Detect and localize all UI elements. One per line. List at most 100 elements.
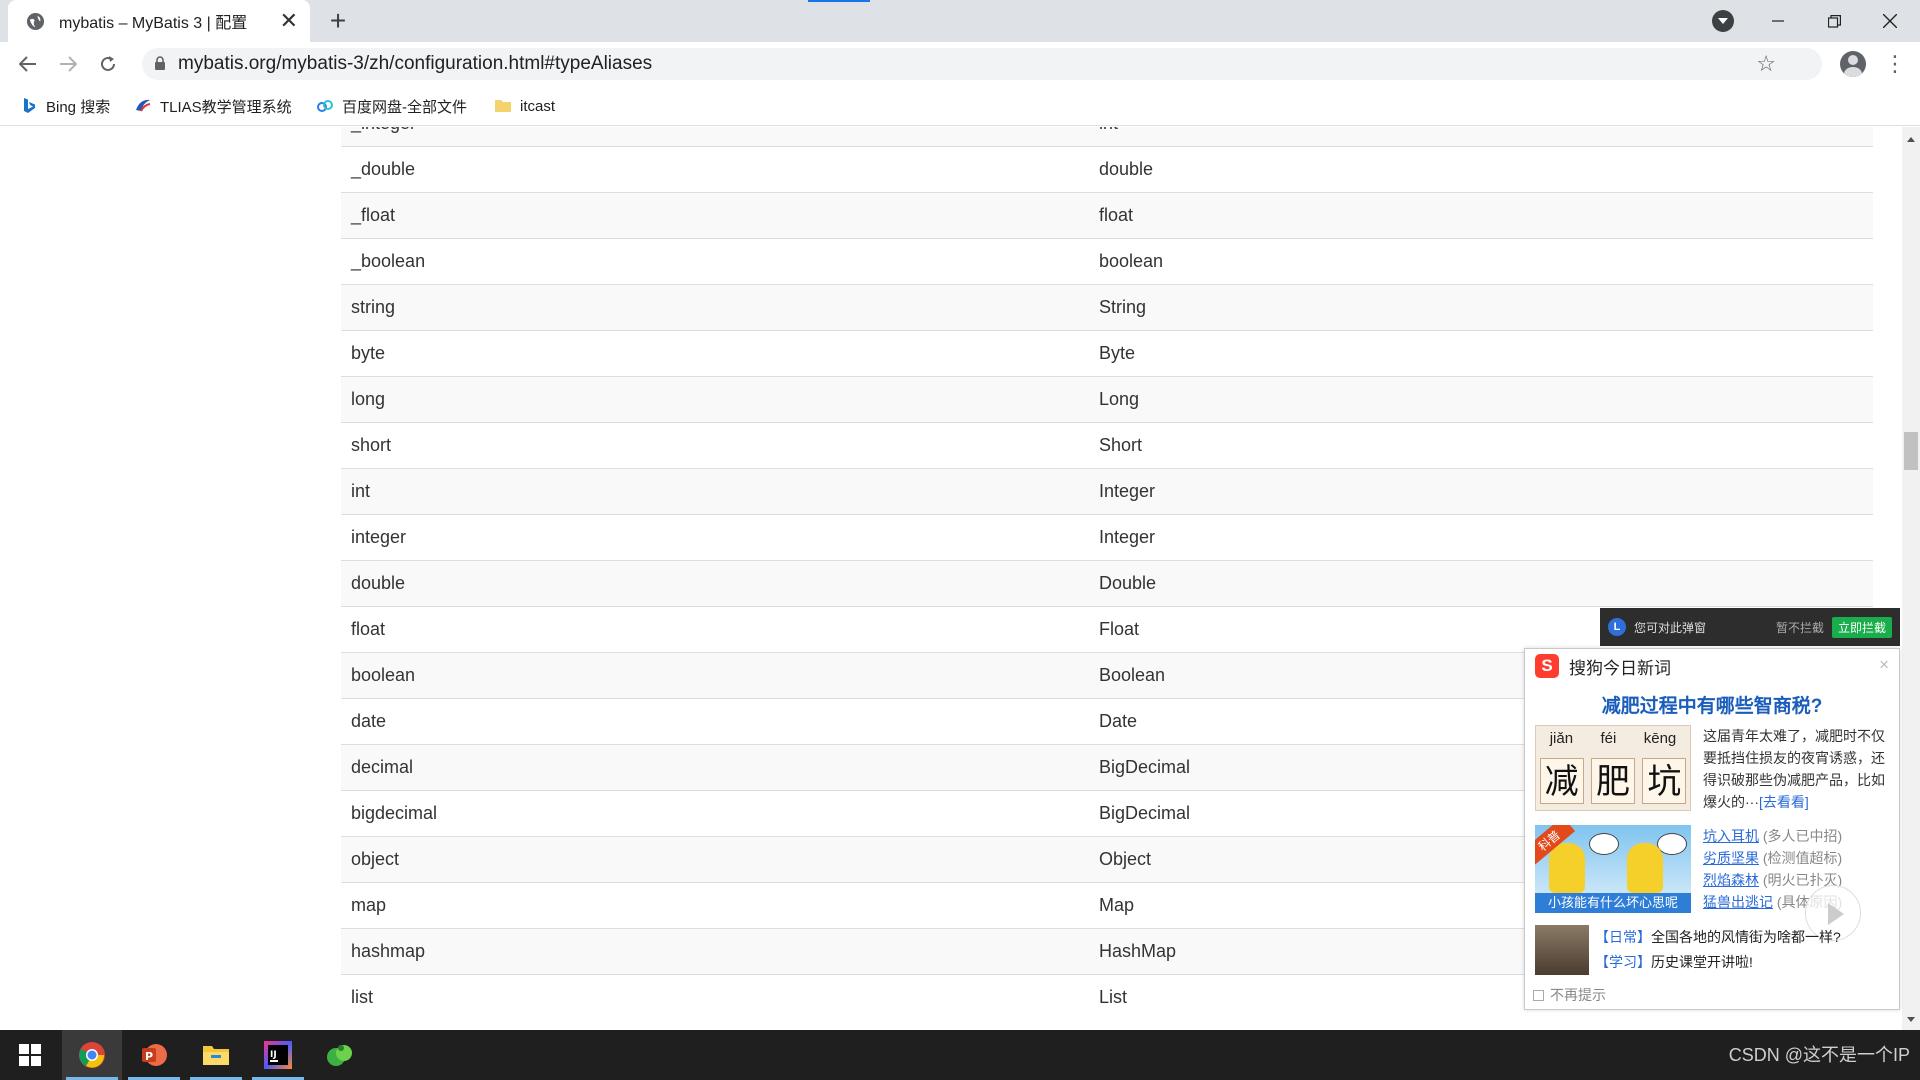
scroll-down-icon[interactable] (1907, 1017, 1915, 1022)
svg-text:P: P (145, 1050, 153, 1063)
bookmarks-bar: Bing 搜索 TLIAS教学管理系统 百度网盘-全部文件 itcast (0, 86, 1920, 126)
mapped-type-cell: Long (1089, 376, 1873, 423)
profile-avatar[interactable] (1840, 51, 1866, 77)
bookmark-label: Bing 搜索 (46, 98, 111, 116)
scroll-up-icon[interactable] (1907, 137, 1915, 142)
page-scrollbar[interactable] (1902, 127, 1920, 1030)
bookmark-bing[interactable]: Bing 搜索 (20, 86, 110, 126)
minimize-button[interactable] (1750, 0, 1806, 42)
alias-cell: date (341, 698, 1089, 745)
address-bar[interactable]: mybatis.org/mybatis-3/zh/configuration.h… (142, 48, 1822, 80)
intercept-now-button[interactable]: 立即拦截 (1831, 616, 1892, 638)
url-text[interactable]: mybatis.org/mybatis-3/zh/configuration.h… (178, 48, 652, 80)
taskbar-explorer[interactable] (186, 1030, 246, 1080)
bing-icon (24, 98, 35, 113)
sogou-news-popup: S 搜狗今日新词 × 减肥过程中有哪些智商税? jiǎn féi kēng 减 … (1524, 648, 1900, 1010)
intercept-later-link[interactable]: 暂不拦截 (1776, 619, 1824, 636)
checkbox-icon[interactable] (1533, 989, 1544, 1001)
taskbar-chrome[interactable] (62, 1030, 122, 1080)
taskbar-intellij[interactable]: IJ (248, 1030, 308, 1080)
alias-cell: _float (341, 192, 1089, 239)
reload-icon (101, 56, 115, 71)
mapped-type-cell: Integer (1089, 514, 1873, 561)
popup-link[interactable]: 猛兽出逃记 (1703, 894, 1773, 910)
list-item: 坑入耳机 (多人已中招) (1703, 825, 1893, 847)
pinyin: jiǎn (1549, 730, 1574, 747)
browser-tab[interactable]: mybatis – MyBatis 3 | 配置 ✕ (8, 0, 310, 42)
browser-titlebar: mybatis – MyBatis 3 | 配置 ✕ + (0, 0, 1920, 42)
minion-figure (1549, 843, 1585, 893)
alias-cell: map (341, 882, 1089, 929)
bookmark-tlias[interactable]: TLIAS教学管理系统 (134, 86, 292, 126)
table-row: integer Integer (341, 514, 1873, 561)
pinyin-image[interactable]: jiǎn féi kēng 减 肥 坑 (1535, 725, 1691, 811)
alias-cell: boolean (341, 652, 1089, 699)
news-text: 全国各地的风情街为啥都一样? (1651, 929, 1841, 945)
news-tag: 【学习】 (1595, 954, 1651, 970)
new-tab-button[interactable]: + (322, 5, 354, 37)
pinyin: féi (1600, 730, 1617, 747)
minion-figure (1627, 843, 1663, 893)
back-button[interactable] (12, 48, 44, 80)
tab-close-button[interactable]: ✕ (280, 10, 298, 32)
popup-close-button[interactable]: × (1879, 655, 1889, 675)
svg-text:IJ: IJ (270, 1050, 277, 1060)
alias-cell: byte (341, 330, 1089, 377)
restore-button[interactable] (1806, 0, 1862, 42)
forward-button[interactable] (52, 48, 84, 80)
popup-intercept-bar: L 您可对此弹窗 暂不拦截 立即拦截 (1600, 608, 1900, 646)
bookmark-star-icon[interactable]: ☆ (1756, 51, 1776, 77)
link-note: (检测值超标) (1762, 850, 1843, 866)
alias-cell: double (341, 560, 1089, 607)
alias-cell: decimal (341, 744, 1089, 791)
list-item: 劣质坚果 (检测值超标) (1703, 847, 1893, 869)
dont-show-label: 不再提示 (1550, 987, 1606, 1003)
close-window-button[interactable] (1862, 0, 1918, 42)
popup-link[interactable]: 劣质坚果 (1703, 850, 1759, 866)
story-more-link[interactable]: [去看看] (1759, 794, 1809, 810)
popup-header: S 搜狗今日新词 × (1525, 649, 1899, 683)
alias-cell: float (341, 606, 1089, 653)
link-note: (多人已中招) (1762, 828, 1843, 844)
windows-start-icon (19, 1044, 41, 1066)
popup-headline[interactable]: 减肥过程中有哪些智商税? (1525, 691, 1899, 718)
list-item[interactable]: 【学习】历史课堂开讲啦! (1595, 950, 1885, 975)
green-app-icon (327, 1045, 352, 1066)
popup-link[interactable]: 烈焰森林 (1703, 872, 1759, 888)
news-thumbnail[interactable] (1535, 925, 1589, 975)
bookmark-label: TLIAS教学管理系统 (160, 98, 292, 116)
popup-link[interactable]: 坑入耳机 (1703, 828, 1759, 844)
tab-search-icon[interactable] (1712, 10, 1734, 32)
alias-cell: long (341, 376, 1089, 423)
sogou-logo-icon: S (1535, 654, 1559, 678)
start-button[interactable] (0, 1030, 60, 1080)
table-row: byte Byte (341, 330, 1873, 377)
mapped-type-cell: int (1089, 127, 1873, 147)
list-item[interactable]: 【日常】全国各地的风情街为啥都一样? (1595, 925, 1885, 950)
powerpoint-icon: P (142, 1044, 167, 1066)
lock-icon[interactable] (154, 56, 166, 70)
alias-cell: hashmap (341, 928, 1089, 975)
alias-cell: int (341, 468, 1089, 515)
list-item: 猛兽出逃记 (具体原因) (1703, 891, 1893, 913)
intercept-message: 您可对此弹窗 (1634, 620, 1707, 635)
alias-cell: string (341, 284, 1089, 331)
table-row: _double double (341, 146, 1873, 193)
alias-cell: short (341, 422, 1089, 469)
taskbar-powerpoint[interactable]: P (124, 1030, 184, 1080)
dont-show-again[interactable]: 不再提示 (1533, 985, 1606, 1005)
bookmark-baidu-pan[interactable]: 百度网盘-全部文件 (316, 86, 467, 126)
table-row: long Long (341, 376, 1873, 423)
windows-taskbar: P IJ CSDN @这不是一个IP (0, 1030, 1920, 1080)
scrollbar-thumb[interactable] (1904, 432, 1918, 470)
minion-image[interactable]: 科普 小孩能有什么坏心思呢 (1535, 825, 1691, 913)
taskbar-green-app[interactable] (310, 1030, 370, 1080)
bookmark-label: 百度网盘-全部文件 (342, 98, 467, 116)
hanzi: 坑 (1642, 758, 1687, 804)
bookmark-itcast[interactable]: itcast (494, 86, 555, 126)
table-row: _integerint (341, 127, 1873, 147)
popup-news: 【日常】全国各地的风情街为啥都一样? 【学习】历史课堂开讲啦! (1595, 925, 1885, 975)
table-row: string String (341, 284, 1873, 331)
reload-button[interactable] (92, 48, 124, 80)
browser-menu-icon[interactable]: ⋮ (1884, 50, 1906, 78)
